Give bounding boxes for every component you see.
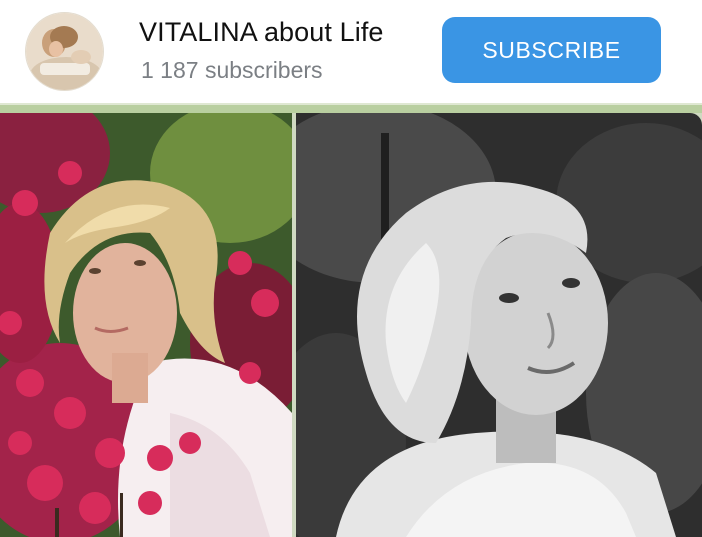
avatar-image bbox=[26, 13, 103, 90]
strip-highlight bbox=[0, 103, 702, 105]
photo-left[interactable] bbox=[0, 113, 292, 537]
header-divider-strip bbox=[0, 103, 702, 113]
woman-with-red-flowers-photo bbox=[0, 113, 292, 537]
channel-name[interactable]: VITALINA about Life bbox=[139, 17, 384, 48]
photo-right[interactable] bbox=[296, 113, 702, 537]
channel-header: VITALINA about Life 1 187 subscribers SU… bbox=[0, 0, 702, 103]
channel-avatar[interactable] bbox=[25, 12, 104, 91]
photo-grid bbox=[0, 113, 702, 537]
subscribe-button[interactable]: SUBSCRIBE bbox=[442, 17, 661, 83]
subscriber-count: 1 187 subscribers bbox=[141, 57, 323, 83]
woman-in-white-fur-photo bbox=[296, 113, 702, 537]
